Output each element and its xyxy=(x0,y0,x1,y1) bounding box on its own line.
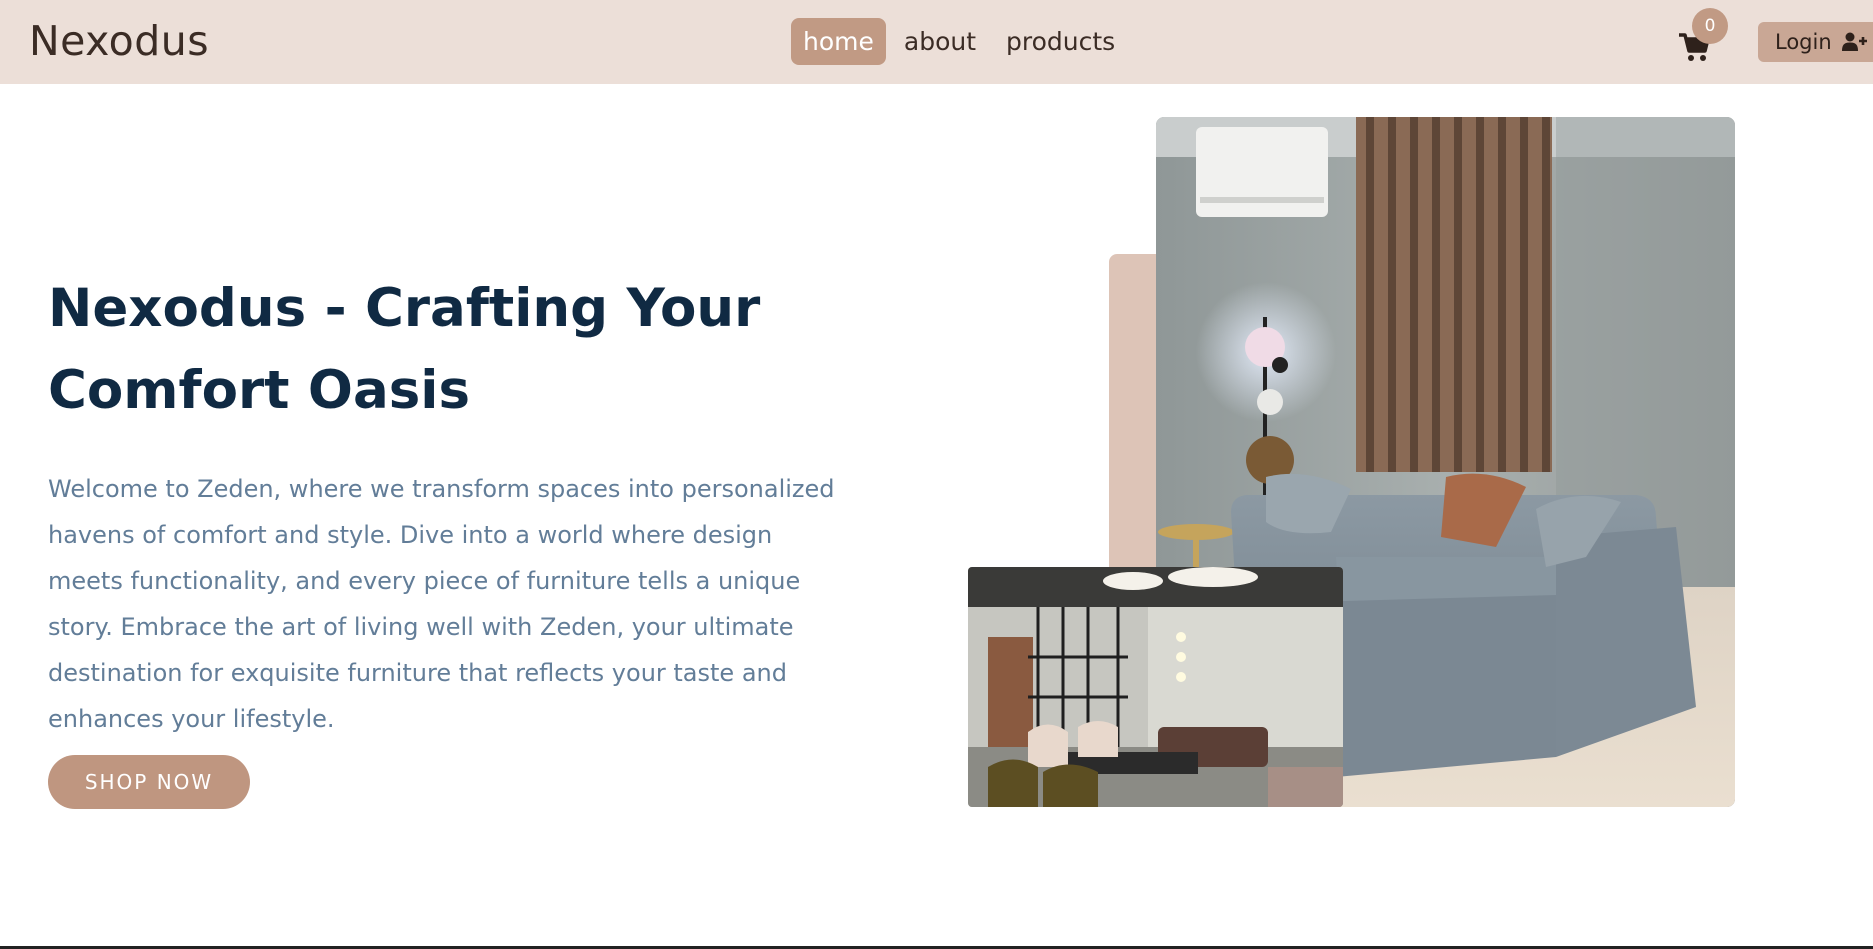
login-label: Login xyxy=(1775,30,1832,54)
hero-description: Welcome to Zeden, where we transform spa… xyxy=(48,475,835,733)
cart-count-badge: 0 xyxy=(1692,8,1728,44)
showroom-photo xyxy=(968,567,1343,807)
nav-link-products[interactable]: products xyxy=(994,18,1127,65)
nav-link-home[interactable]: home xyxy=(791,18,886,65)
user-plus-icon xyxy=(1841,32,1867,51)
nav-link-about[interactable]: about xyxy=(892,18,988,65)
hero-title: Nexodus - Crafting Your Comfort Oasis xyxy=(48,268,808,432)
hero-title-line-1: Nexodus - Crafting Your xyxy=(48,278,761,339)
hero-title-line-2: Comfort Oasis xyxy=(48,360,471,421)
shop-now-button[interactable]: SHOP NOW xyxy=(48,755,250,809)
navbar: Nexodus home about products 0 Login xyxy=(0,0,1873,84)
brand-logo[interactable]: Nexodus xyxy=(29,14,209,68)
login-button[interactable]: Login xyxy=(1758,22,1873,62)
nav-links: home about products xyxy=(791,18,1127,65)
